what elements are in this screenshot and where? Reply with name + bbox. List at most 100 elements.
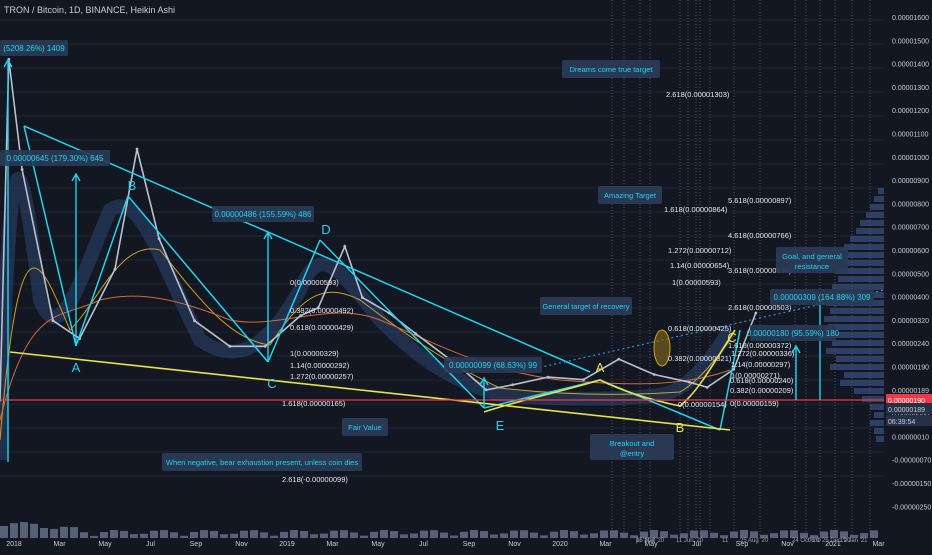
volume-bar — [740, 530, 748, 538]
svg-text:General target of recovery: General target of recovery — [542, 302, 629, 311]
chart-canvas[interactable]: TRON / Bitcoin, 1D, BINANCE, Heikin Ashi… — [0, 0, 932, 550]
x-tick-label: May — [98, 541, 112, 548]
volume-profile-bar — [826, 348, 884, 354]
svg-text:Breakout and: Breakout and — [610, 439, 655, 448]
y-tick-label: 0.00001400 — [892, 62, 929, 69]
volume-bar — [230, 533, 238, 538]
wave-label: A — [72, 360, 81, 375]
volume-profile-bar — [854, 388, 884, 394]
series-point — [511, 383, 515, 387]
svg-text:0.00000189: 0.00000189 — [888, 407, 925, 414]
volume-profile-bar — [846, 252, 884, 258]
series-point — [582, 378, 585, 382]
volume-bar — [140, 533, 148, 538]
y-tick-label: 0.00000400 — [892, 295, 929, 302]
series-point — [546, 375, 550, 379]
volume-profile-bar — [878, 188, 884, 194]
callout-label: Breakout and@entry — [590, 434, 674, 460]
wave-label: A — [596, 360, 605, 375]
fib-level-label: 2.618(-0.00000099) — [282, 475, 348, 484]
series-point — [361, 296, 364, 300]
volume-bar — [310, 534, 318, 538]
svg-text:resistance: resistance — [795, 262, 829, 271]
series-point — [113, 268, 117, 271]
volume-profile-bar — [844, 372, 884, 378]
y-tick-label: 0.00000900 — [892, 178, 929, 185]
volume-bar — [30, 523, 38, 538]
fib-level-label: 1(0.00000593) — [672, 278, 721, 287]
volume-bar — [40, 527, 48, 538]
volume-bar — [730, 531, 738, 538]
volume-bar — [70, 527, 78, 538]
wave-label: C — [267, 376, 276, 391]
measure-label: (5208.26%) 1409 — [0, 40, 68, 56]
volume-profile-bar — [824, 316, 884, 322]
volume-bar — [650, 530, 658, 538]
volume-bar — [200, 530, 208, 538]
svg-text:0.00000486 (155.59%) 486: 0.00000486 (155.59%) 486 — [215, 210, 313, 219]
volume-bar — [280, 531, 288, 538]
chart-title: TRON / Bitcoin, 1D, BINANCE, Heikin Ashi — [4, 5, 175, 15]
series-point — [263, 344, 267, 348]
volume-bar — [150, 530, 158, 538]
volume-profile-bar — [850, 236, 884, 242]
fib-level-label: 1.272(0.00000336) — [731, 349, 795, 358]
volume-bar — [510, 530, 518, 538]
volume-bar — [570, 531, 578, 538]
x-tick-label: Nov — [235, 541, 248, 548]
x-tick-label: Sep — [190, 541, 203, 548]
series-point — [228, 344, 232, 348]
y-tick-label: -0.00000250 — [892, 504, 931, 511]
chart[interactable]: TRON / Bitcoin, 1D, BINANCE, Heikin Ashi… — [0, 0, 932, 550]
x-tick-label: 2020 — [552, 541, 568, 548]
fib-level-label: 2.618(0.00001303) — [666, 90, 730, 99]
volume-bar — [390, 531, 398, 538]
y-tick-label: -0.00000150 — [892, 481, 931, 488]
volume-bar — [420, 530, 428, 538]
y-tick-label: 0.00001600 — [892, 15, 929, 22]
series-point — [193, 319, 196, 323]
x-tick-label: Sep — [463, 541, 476, 548]
volume-bar — [350, 532, 358, 538]
measure-label: 0.00000486 (155.59%) 486 — [212, 206, 314, 222]
measure-label: 0.00000099 (68.63%) 99 — [444, 357, 542, 373]
volume-profile-bar — [830, 364, 884, 370]
volume-bar — [340, 530, 348, 538]
volume-profile-bar — [838, 276, 884, 282]
fib-level-label: 0.382(0.00000321) — [668, 354, 732, 363]
fib-level-label: 0(0.00000593) — [290, 278, 339, 287]
fib-level-label: 0(0.00000159) — [730, 399, 779, 408]
fib-level-label: 0.618(0.00000429) — [290, 323, 354, 332]
volume-bar — [120, 530, 128, 538]
date-marker-label: pr '20 — [636, 538, 651, 544]
series-point — [135, 147, 139, 151]
volume-profile-bar — [874, 428, 884, 434]
volume-profile-bar — [874, 412, 884, 418]
volume-bar — [100, 532, 108, 538]
wave-label: D — [321, 222, 330, 237]
volume-profile-bar — [870, 420, 884, 426]
volume-bar — [290, 530, 298, 538]
volume-bar — [380, 530, 388, 538]
svg-text:0.00000099 (68.63%) 99: 0.00000099 (68.63%) 99 — [449, 361, 538, 370]
svg-text:06:39:54: 06:39:54 — [888, 419, 915, 426]
callout-label: Fair Value — [342, 418, 388, 436]
volume-bar — [480, 531, 488, 538]
y-tick-label: 0.00001200 — [892, 108, 929, 115]
volume-bar — [110, 530, 118, 538]
volume-bar — [620, 532, 628, 538]
fib-level-label: 1.618(0.00000165) — [282, 399, 346, 408]
y-tick-label: 0.00000190 — [892, 365, 929, 372]
x-tick-label: 2018 — [6, 541, 22, 548]
volume-bar — [270, 535, 278, 538]
volume-bar — [520, 530, 528, 538]
callout-label: When negative, bear exhaustion present, … — [162, 453, 362, 471]
volume-bar — [360, 535, 368, 538]
volume-profile-bar — [860, 220, 884, 226]
volume-profile-bar — [870, 404, 884, 410]
x-tick-label: Nov — [508, 541, 521, 548]
y-tick-label: 0.00000320 — [892, 318, 929, 325]
wave-label: C — [727, 330, 736, 345]
volume-bar — [840, 531, 848, 538]
volume-bar — [750, 531, 758, 538]
